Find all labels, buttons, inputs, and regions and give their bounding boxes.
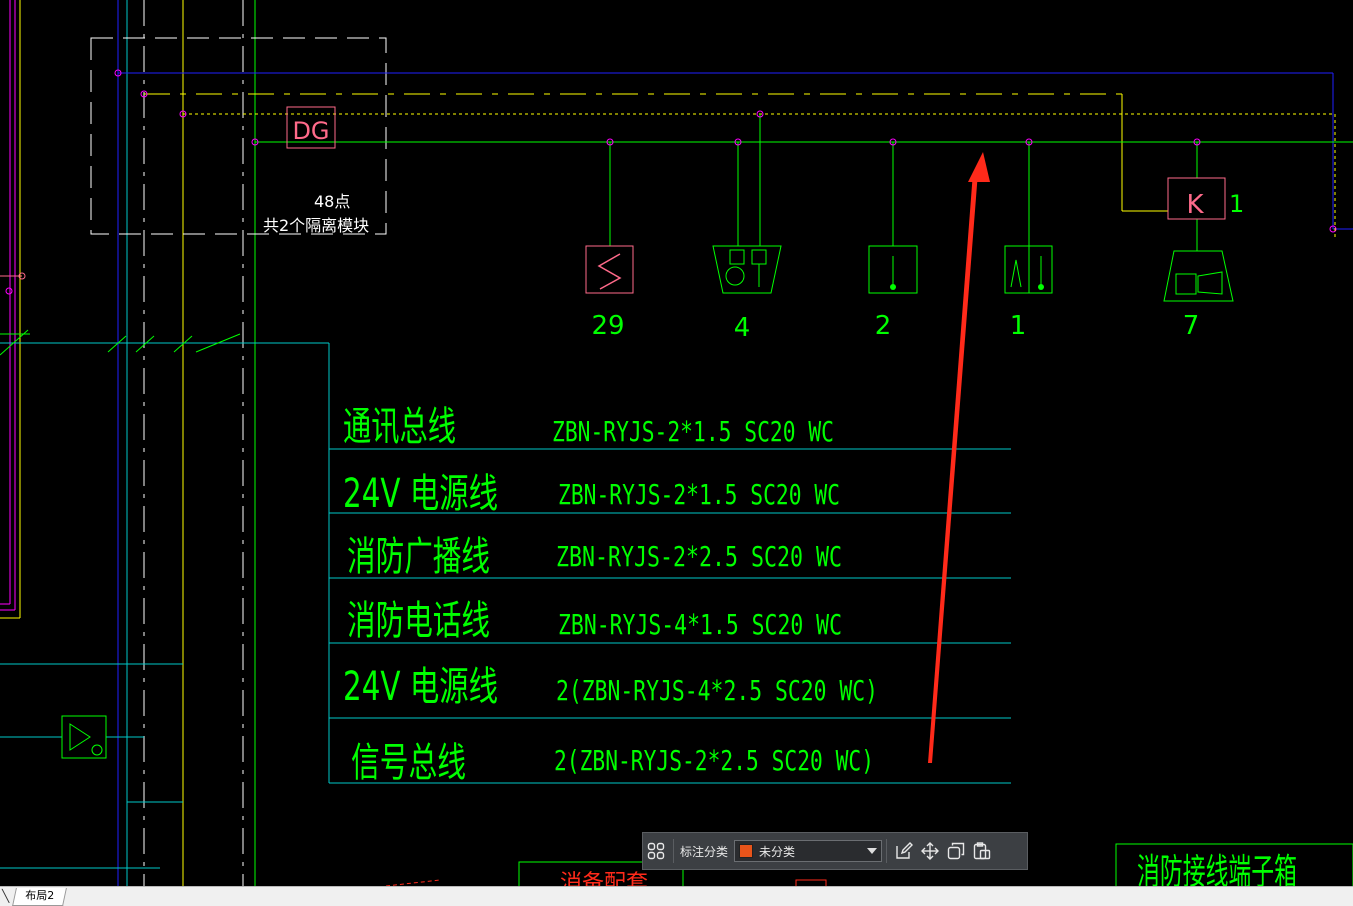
k-module[interactable]: K (1167, 177, 1226, 220)
k-label: K (1186, 190, 1204, 220)
vertical-trunk-lines (117, 0, 256, 886)
count-speaker: 4 (734, 313, 751, 343)
dg-module[interactable]: DG (286, 106, 336, 149)
cable-table: 通讯总线 ZBN-RYJS-2*1.5 SC20 WC 24V 电源线 ZBN-… (329, 404, 1011, 786)
move-icon[interactable] (917, 838, 943, 864)
cable-spec-3: ZBN-RYJS-2*2.5 SC20 WC (556, 540, 842, 573)
dg-label: DG (292, 117, 329, 145)
cable-name-5: 24V 电源线 (343, 664, 498, 710)
manual-call-point-icon[interactable] (868, 245, 918, 294)
chevron-down-icon (867, 848, 878, 854)
broadcast-speaker-icon[interactable] (712, 245, 782, 294)
edit-icon[interactable] (891, 838, 917, 864)
red-annotation-arrow (928, 152, 990, 763)
buzzer-icon[interactable] (61, 715, 107, 759)
copy-icon[interactable] (943, 838, 969, 864)
count-alarm: 7 (1183, 311, 1200, 341)
cable-name-2: 24V 电源线 (343, 471, 498, 517)
count-call-point: 2 (875, 311, 892, 341)
grid-apps-icon[interactable] (643, 838, 669, 864)
cable-spec-6: 2(ZBN-RYJS-2*2.5 SC20 WC) (554, 744, 874, 777)
bottom-right-title: 消防接线端子箱 (1137, 852, 1297, 886)
paste-icon[interactable] (969, 838, 995, 864)
category-selected-value: 未分类 (759, 844, 796, 859)
horizontal-buses (114, 69, 1353, 240)
k-count: 1 (1229, 190, 1244, 218)
dg-points-text: 48点 (314, 192, 350, 211)
cable-name-3: 消防广播线 (347, 534, 490, 580)
cable-name-1: 通讯总线 (343, 404, 456, 450)
cable-spec-2: ZBN-RYJS-2*1.5 SC20 WC (558, 478, 840, 511)
cable-name-6: 信号总线 (351, 740, 466, 786)
cable-spec-5: 2(ZBN-RYJS-4*2.5 SC20 WC) (556, 674, 878, 707)
bottom-mid-text: 消备配套 (560, 871, 648, 886)
dg-modules-text: 共2个隔离模块 (263, 216, 369, 235)
tab-scroll-icon[interactable]: ╲ (2, 889, 9, 903)
tab-layout-2[interactable]: 布局2 (12, 888, 67, 906)
lower-left-lines (0, 329, 330, 869)
category-label: 标注分类 (680, 844, 729, 859)
cable-name-4: 消防电话线 (347, 598, 490, 644)
device-drops (606, 110, 1201, 251)
category-color-swatch (739, 844, 754, 858)
smoke-detector-icon[interactable] (585, 245, 634, 294)
sound-light-alarm-icon[interactable] (1163, 250, 1234, 302)
left-magenta-frame (0, 0, 26, 619)
annotation-toolbar: 标注分类 未分类 (642, 832, 1028, 870)
toolbar-separator (886, 839, 888, 863)
device-counts: 29 4 2 1 7 (591, 311, 1199, 343)
count-hydrant: 1 (1010, 311, 1027, 341)
layout-tab-bar: ╲ 布局2 (0, 886, 1353, 906)
cable-spec-4: ZBN-RYJS-4*1.5 SC20 WC (558, 608, 842, 641)
count-smoke: 29 (591, 311, 624, 341)
category-select[interactable]: 未分类 (734, 840, 883, 862)
cable-spec-1: ZBN-RYJS-2*1.5 SC20 WC (552, 415, 834, 448)
cad-drawing-canvas[interactable]: DG 48点 共2个隔离模块 K 1 29 4 2 1 7 通讯总线 ZBN-R… (0, 0, 1353, 886)
toolbar-separator (673, 839, 674, 863)
hydrant-button-icon[interactable] (1004, 245, 1053, 294)
